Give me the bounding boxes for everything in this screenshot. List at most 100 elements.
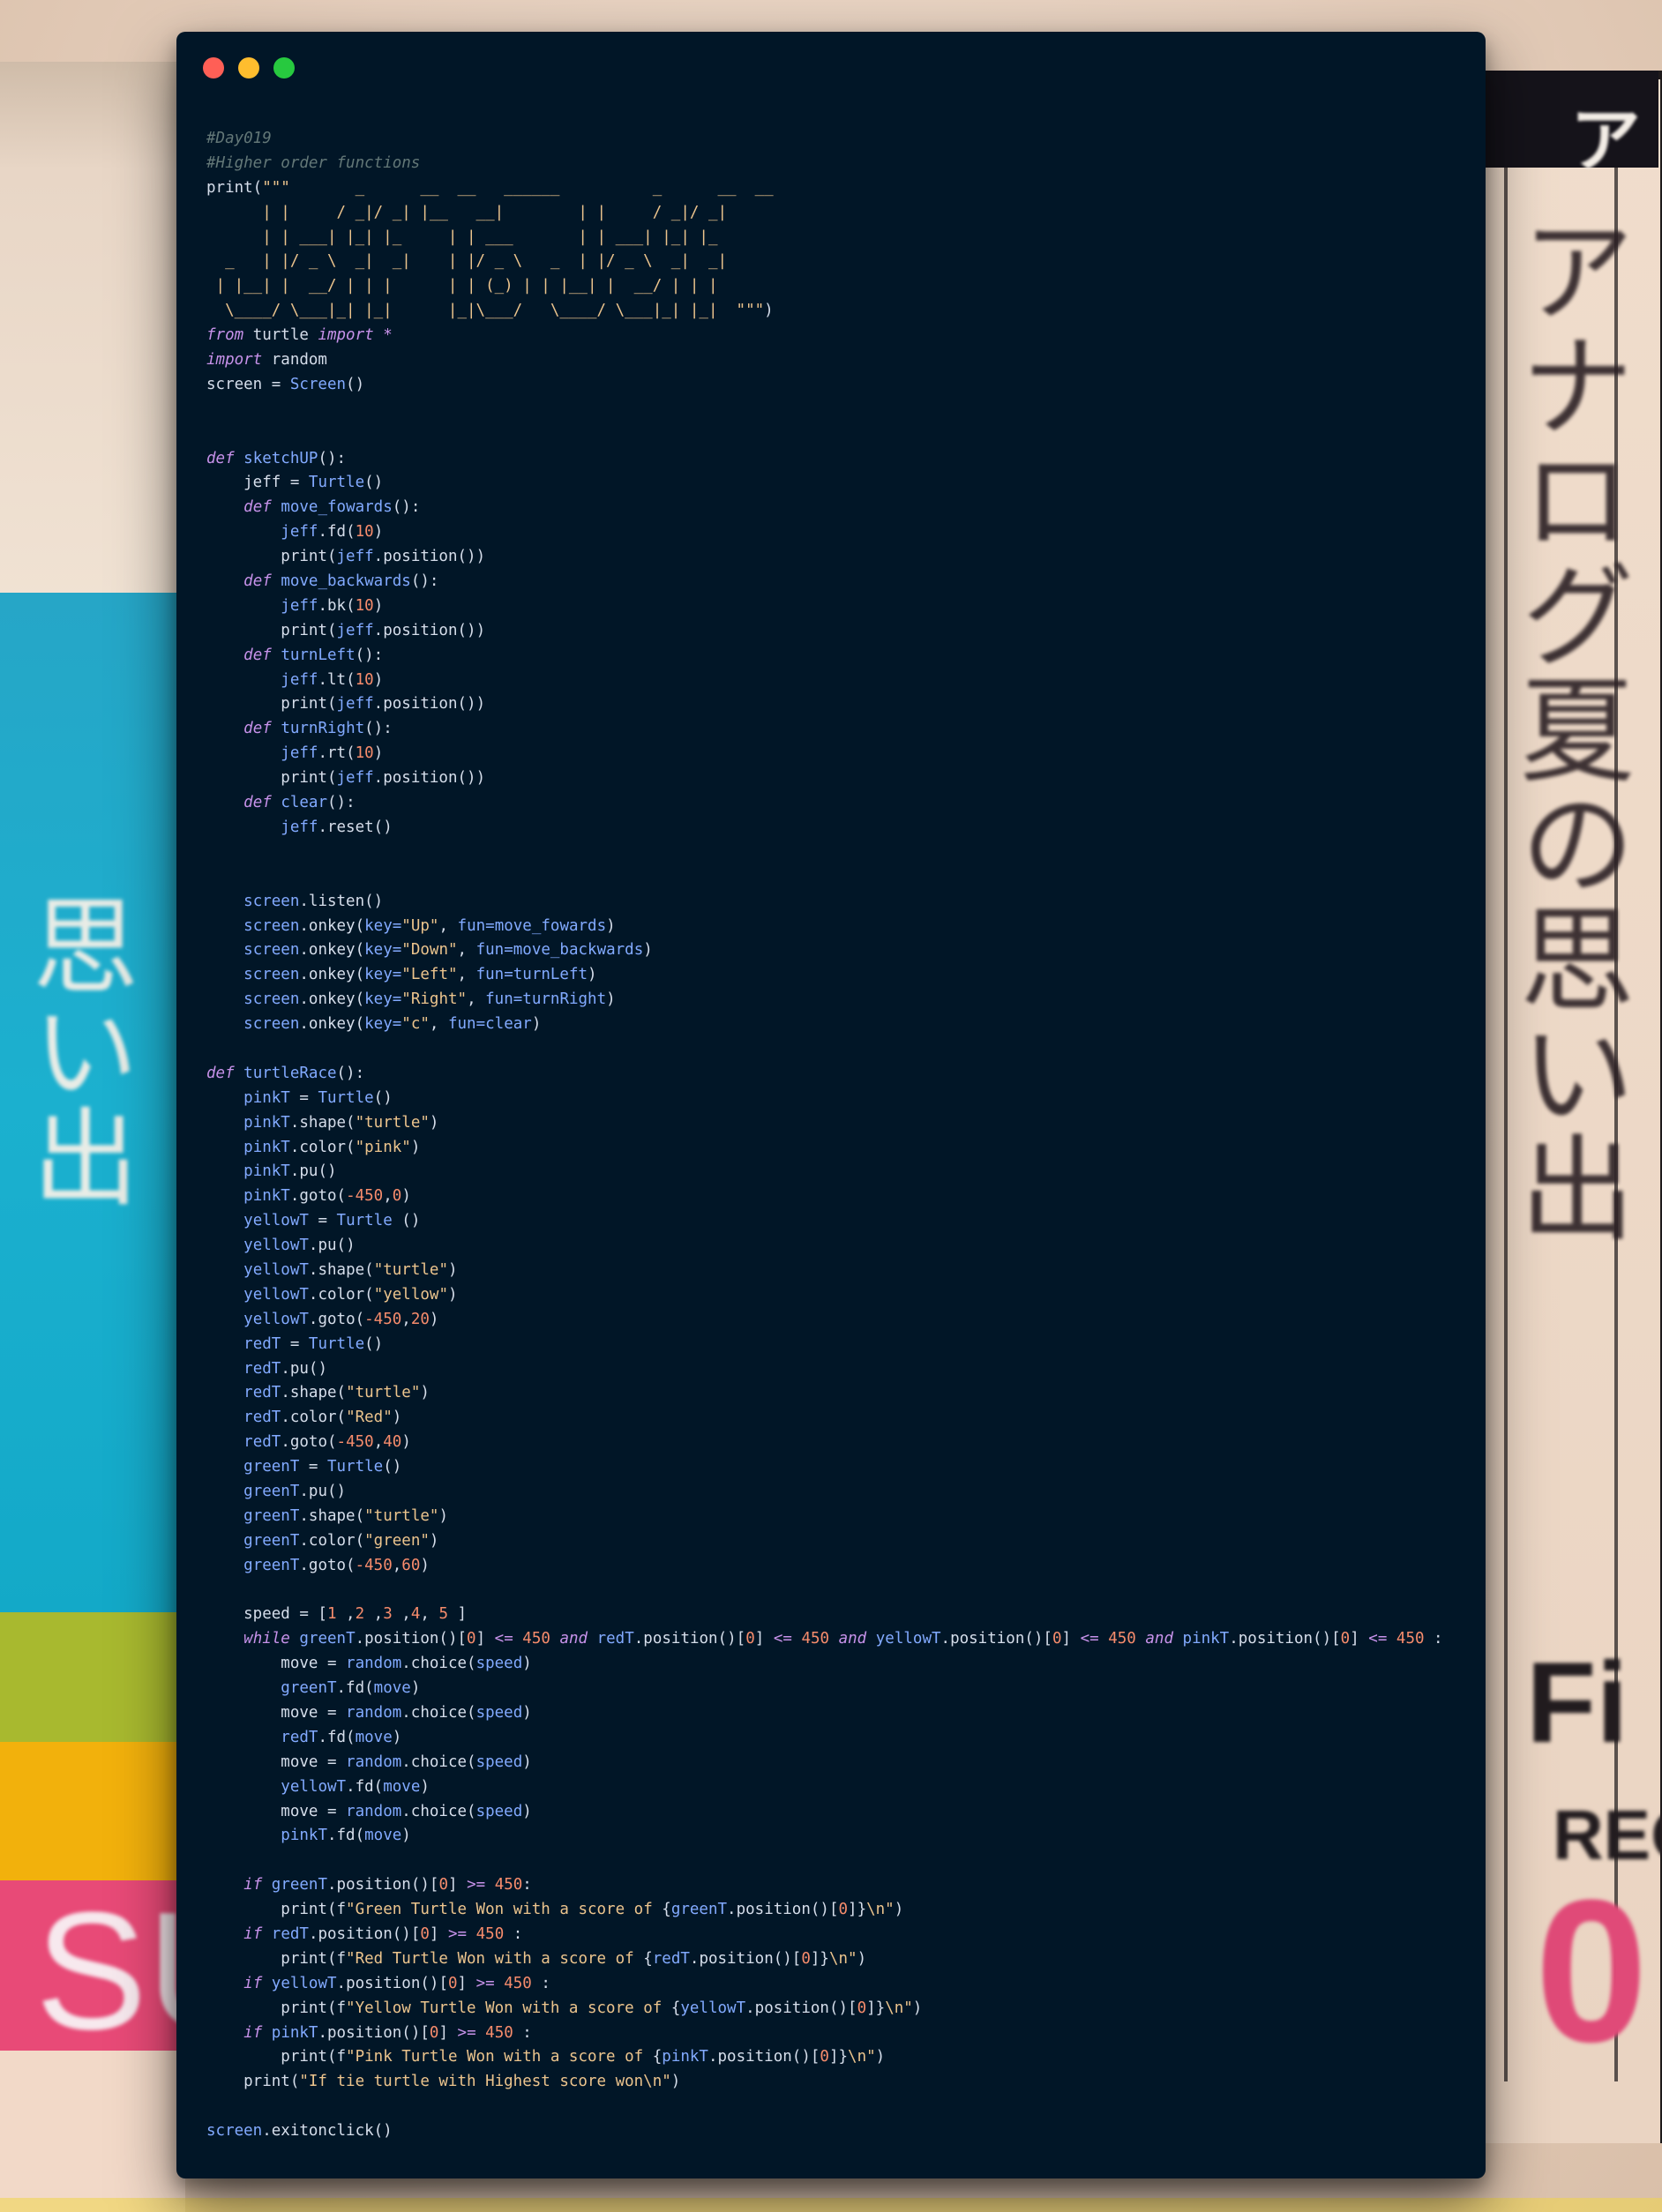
code-line: if redT.position()[0] >= 450 :: [206, 1923, 1477, 1947]
code-token-plain: ]: [1061, 1630, 1081, 1648]
code-token-string: \n": [848, 2048, 876, 2066]
code-line: if greenT.position()[0] >= 450:: [206, 1873, 1477, 1898]
code-token-string: "pink": [355, 1138, 411, 1156]
code-line: jeff.fd(10): [206, 520, 1477, 545]
code-token-plain: .choice(: [401, 1655, 476, 1673]
code-token-plain: (: [346, 523, 356, 542]
code-token-func: yellowT: [243, 1260, 309, 1279]
code-token-func: clear: [485, 1015, 532, 1034]
code-token-func: screen: [243, 990, 300, 1009]
code-line: print("If tie turtle with Highest score …: [206, 2070, 1477, 2095]
code-token-func: jeff: [281, 523, 318, 542]
code-token-plain: .position()[: [727, 1901, 839, 1919]
code-line: import random: [206, 348, 1477, 373]
code-line: move = random.choice(speed): [206, 1652, 1477, 1677]
code-token-number: 450: [522, 1630, 550, 1648]
code-token-plain: ): [522, 1752, 532, 1771]
code-token-string: "turtle": [355, 1113, 430, 1132]
code-token-plain: ): [420, 1384, 430, 1402]
code-token-keyword: and: [838, 1630, 867, 1648]
code-token-func: clear: [281, 794, 327, 812]
code-token-plain: speed = [: [206, 1605, 327, 1624]
code-token-plain: (): [392, 1212, 421, 1230]
code-token-number: 0: [392, 1187, 402, 1206]
code-token-name: fd: [327, 523, 347, 542]
code-token-func: redT: [652, 1949, 690, 1968]
code-token-plain: ():: [327, 794, 356, 812]
code-token-plain: ]: [1350, 1630, 1369, 1648]
code-token-plain: ():: [392, 498, 421, 517]
code-token-string: \n": [828, 1949, 857, 1968]
code-token-func: fun=: [475, 941, 513, 960]
code-token-func: pinkT: [1182, 1630, 1230, 1648]
code-token-func: pinkT: [662, 2048, 708, 2066]
code-line: print(jeff.position()): [206, 545, 1477, 570]
code-token-plain: :: [513, 2023, 532, 2042]
code-token-func: Turtle: [308, 474, 365, 492]
code-token-plain: ): [912, 1999, 923, 2017]
code-token-plain: .goto(: [299, 1556, 356, 1574]
code-token-plain: ]: [429, 1925, 448, 1944]
code-token-func: redT: [243, 1433, 281, 1452]
code-token-plain: ): [447, 1285, 458, 1304]
code-token-func: yellowT: [875, 1630, 941, 1648]
code-token-number: 10: [355, 596, 374, 615]
code-token-number: 0: [1052, 1630, 1062, 1648]
code-editor[interactable]: #Day019 #Higher order functions print(""" …: [206, 127, 1477, 2144]
code-token-op: >=: [467, 1876, 486, 1894]
code-token-plain: random: [262, 351, 327, 370]
code-token-func: yellowT: [243, 1237, 309, 1255]
code-line: _ | |/ _ \ _| _| | |/ _ \ _ | |/ _ \ _| …: [206, 250, 1477, 274]
code-line: move = random.choice(speed): [206, 1800, 1477, 1825]
code-token-plain: .onkey(: [299, 941, 365, 960]
code-line: redT.pu(): [206, 1357, 1477, 1382]
code-token-func: fun=: [485, 990, 523, 1009]
code-line: yellowT.goto(-450,20): [206, 1308, 1477, 1333]
code-token-string: "Yellow Turtle Won with a score of: [346, 1999, 671, 2017]
code-token-plain: move =: [206, 1655, 347, 1673]
code-token-plain: {: [670, 1999, 681, 2017]
code-token-string: "turtle": [346, 1384, 421, 1402]
code-token-number: -450: [355, 1556, 393, 1574]
code-token-plain: ): [522, 1655, 532, 1673]
code-token-number: 1: [326, 1605, 337, 1624]
code-token-keyword: if: [243, 2023, 263, 2042]
code-token-func: pinkT: [243, 1187, 290, 1206]
code-token-func: yellowT: [680, 1999, 746, 2017]
code-token-func: greenT: [299, 1630, 356, 1648]
poster-number-text: 0: [1535, 1857, 1648, 2084]
close-window-button[interactable]: [203, 57, 224, 78]
code-token-plain: .position()[: [355, 1630, 468, 1648]
code-token-string: "c": [401, 1015, 430, 1034]
code-token-plain: ): [420, 1556, 430, 1574]
code-token-number: 20: [410, 1310, 430, 1328]
code-token-plain: .goto(: [308, 1310, 365, 1328]
code-token-func: redT: [281, 1728, 318, 1746]
maximize-window-button[interactable]: [273, 57, 295, 78]
code-line: greenT.color("green"): [206, 1529, 1477, 1554]
code-token-keyword: def: [243, 572, 272, 591]
poster-left-vertical-text: 思い出: [14, 891, 137, 1208]
code-token-func: fun=: [447, 1015, 486, 1034]
code-line: yellowT.fd(move): [206, 1775, 1477, 1800]
minimize-window-button[interactable]: [238, 57, 259, 78]
code-token-number: 5: [438, 1605, 449, 1624]
code-token-func: Turtle: [308, 1334, 365, 1353]
code-token-plain: ]}: [828, 2048, 849, 2066]
code-line: redT.goto(-450,40): [206, 1431, 1477, 1455]
